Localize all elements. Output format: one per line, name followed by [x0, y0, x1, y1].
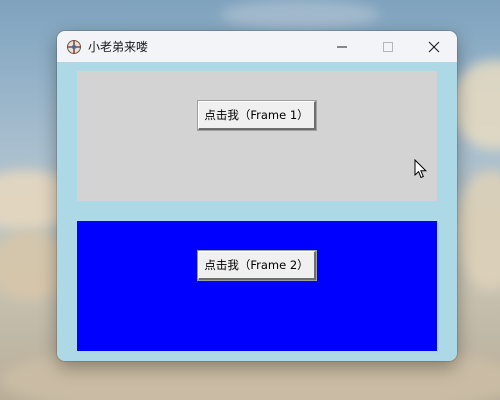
mouse-cursor-icon: [414, 159, 428, 179]
maximize-icon: [383, 41, 393, 52]
title-bar[interactable]: 小老弟来喽: [57, 31, 457, 62]
app-window: 小老弟来喽 点击我（Frame 1） 点击我（Frame 2）: [57, 31, 457, 361]
minimize-button[interactable]: [319, 31, 365, 62]
app-icon: [66, 39, 82, 55]
close-icon: [428, 41, 440, 52]
maximize-button[interactable]: [365, 31, 411, 62]
minimize-icon: [337, 46, 347, 47]
frame-1: 点击我（Frame 1）: [77, 71, 437, 201]
frame-1-button[interactable]: 点击我（Frame 1）: [197, 100, 317, 131]
close-button[interactable]: [411, 31, 457, 62]
frame-2-button[interactable]: 点击我（Frame 2）: [197, 250, 317, 281]
window-title: 小老弟来喽: [88, 40, 149, 54]
client-area: 点击我（Frame 1） 点击我（Frame 2）: [57, 62, 457, 361]
frame-2: 点击我（Frame 2）: [77, 221, 437, 351]
